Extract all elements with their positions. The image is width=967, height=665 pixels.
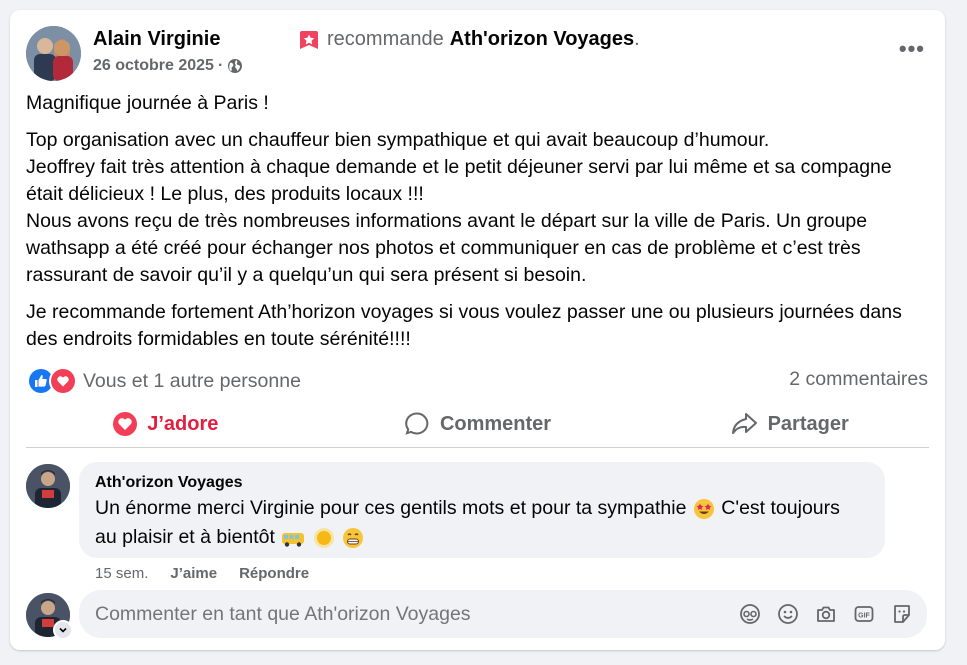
sun-emoji-icon — [313, 527, 334, 548]
share-arrow-icon — [731, 413, 757, 434]
share-button[interactable]: Partager — [633, 404, 945, 444]
avatar-sticker-icon[interactable] — [739, 603, 761, 625]
reactions-text: Vous et 1 autre personne — [83, 369, 301, 392]
love-label: J’adore — [147, 412, 219, 435]
post-meta: 26 octobre 2025 · — [93, 57, 243, 75]
reactions-summary[interactable]: Vous et 1 autre personne — [27, 367, 301, 395]
comment-reply-button[interactable]: Répondre — [239, 565, 309, 582]
love-reaction-icon — [49, 367, 77, 395]
section-divider — [26, 447, 929, 448]
chevron-down-icon[interactable] — [53, 620, 73, 640]
comment-text-part1: Un énorme merci Virginie pour ces gentil… — [95, 497, 687, 519]
emoji-icon[interactable] — [777, 603, 799, 625]
gif-icon[interactable]: GIF — [853, 603, 875, 625]
post-body: Magnifique journée à Paris ! Top organis… — [26, 90, 931, 363]
author-name[interactable]: Alain Virginie — [93, 28, 220, 51]
comment-input[interactable] — [95, 590, 715, 638]
composer-icons: GIF — [739, 603, 913, 625]
meta-separator: · — [217, 57, 224, 74]
post-date[interactable]: 26 octobre 2025 — [93, 57, 214, 75]
more-options-button[interactable]: ••• — [899, 36, 925, 62]
globe-icon[interactable] — [227, 58, 243, 74]
comment-time[interactable]: 15 sem. — [95, 565, 148, 582]
commenter-avatar[interactable] — [26, 464, 70, 508]
comment-button[interactable]: Commenter — [322, 404, 634, 444]
grinning-emoji-icon — [343, 527, 364, 548]
sticker-icon[interactable] — [891, 603, 913, 625]
love-heart-icon — [113, 412, 138, 436]
recommendation-line: recommande Ath'orizon Voyages . — [299, 28, 640, 51]
comment-like-button[interactable]: J’aime — [170, 565, 217, 582]
star-struck-emoji-icon — [693, 498, 714, 519]
share-label: Partager — [767, 412, 849, 435]
comment-author[interactable]: Ath'orizon Voyages — [95, 474, 243, 492]
recommend-text: recommande — [327, 28, 444, 50]
comment-label: Commenter — [439, 412, 552, 435]
minibus-emoji-icon — [282, 532, 305, 547]
recommended-page-link[interactable]: Ath'orizon Voyages — [450, 28, 634, 51]
comment-text: Un énorme merci Virginie pour ces gentil… — [95, 494, 855, 552]
comments-count-link[interactable]: 2 commentaires — [789, 368, 928, 391]
post-paragraph: Top organisation avec un chauffeur bien … — [26, 129, 892, 286]
post-paragraph: Magnifique journée à Paris ! — [26, 92, 269, 114]
comment-bubble-icon — [405, 412, 429, 435]
comment-meta: 15 sem. J’aime Répondre — [95, 565, 309, 582]
svg-text:GIF: GIF — [858, 613, 870, 620]
comment-bubble: Ath'orizon Voyages Un énorme merci Virgi… — [79, 462, 885, 558]
love-button[interactable]: J’adore — [10, 404, 322, 444]
comment-composer: GIF — [79, 590, 927, 638]
action-bar: J’adore Commenter Partager — [10, 404, 945, 444]
recommend-star-icon — [300, 30, 318, 49]
camera-icon[interactable] — [815, 603, 837, 625]
post-paragraph: Je recommande fortement Ath’horizon voya… — [26, 301, 902, 350]
page-name-suffix: . — [634, 28, 640, 50]
current-user-avatar[interactable] — [26, 593, 73, 640]
author-avatar[interactable] — [26, 26, 81, 81]
post-card: Alain Virginie recommande Ath'orizon Voy… — [10, 10, 945, 650]
